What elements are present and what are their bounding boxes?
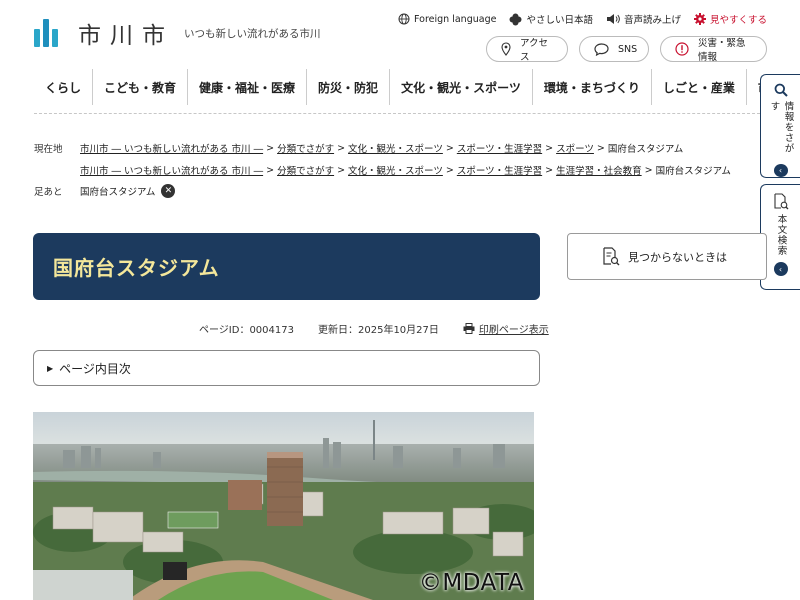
globe-icon: [398, 13, 410, 25]
document-search-icon: [773, 193, 789, 210]
visibility-settings-label: 見やすくする: [709, 15, 767, 26]
breadcrumb-alt: 市川市 ― いつも新しい流れがある 市川 ― > 分類でさがす > 文化・観光・スポ…: [34, 163, 731, 178]
breadcrumb-link[interactable]: スポーツ・生涯学習: [457, 163, 542, 177]
disaster-info-button[interactable]: 災害・緊急情報: [660, 36, 767, 63]
close-icon[interactable]: ✕: [161, 184, 176, 198]
alert-icon: [675, 42, 689, 56]
breadcrumb-separator: >: [545, 142, 554, 154]
speaker-icon: [606, 13, 620, 25]
print-label: 印刷ページ表示: [478, 325, 549, 336]
stadium-aerial-photo: ©MDATA: [33, 412, 534, 600]
breadcrumb-link[interactable]: 市川市 ― いつも新しい流れがある 市川 ―: [80, 163, 263, 177]
page-id: ページID：0004173: [199, 325, 294, 336]
easy-japanese-link[interactable]: やさしい日本語: [509, 12, 593, 26]
toc-label: ページ内目次: [59, 361, 131, 376]
info-search-label: 情報をさがす: [768, 101, 794, 154]
voice-reading-label: 音声読み上げ: [623, 15, 681, 26]
page-toc-toggle[interactable]: ▶ ページ内目次: [33, 350, 540, 386]
nav-item-environment-town[interactable]: 環境・まちづくり: [533, 69, 652, 105]
page-title-banner: 国府台スタジアム: [33, 233, 540, 300]
breadcrumb-separator: >: [545, 164, 554, 176]
breadcrumb-current: 国府台スタジアム: [607, 144, 684, 155]
sns-label: SNS: [618, 43, 638, 55]
nav-item-life[interactable]: くらし: [34, 69, 94, 105]
city-emblem-icon: [34, 19, 64, 47]
not-found-button[interactable]: 見つからないときは: [567, 233, 767, 280]
clover-icon: [509, 13, 522, 26]
breadcrumb-separator: >: [337, 142, 346, 154]
breadcrumb-label: 現在地: [34, 144, 63, 155]
not-found-label: 見つからないときは: [628, 250, 727, 264]
breadcrumb-link[interactable]: スポーツ: [556, 141, 594, 155]
access-label: アクセス: [520, 38, 549, 63]
foreign-language-link[interactable]: Foreign language: [398, 13, 496, 25]
access-button[interactable]: アクセス: [486, 36, 568, 63]
sns-button[interactable]: SNS: [579, 36, 649, 62]
footprint-label: 足あと: [34, 187, 63, 198]
breadcrumb-link[interactable]: 分類でさがす: [277, 141, 334, 155]
breadcrumb-link[interactable]: 市川市 ― いつも新しい流れがある 市川 ―: [80, 141, 263, 155]
breadcrumb-link[interactable]: 文化・観光・スポーツ: [348, 141, 443, 155]
global-nav: くらし こども・教育 健康・福祉・医療 防災・防犯 文化・観光・スポーツ 環境・…: [34, 69, 800, 105]
speech-bubble-icon: [594, 42, 609, 56]
breadcrumb-current: 国府台スタジアム: [655, 166, 731, 177]
site-logo[interactable]: 市川市 いつも新しい流れがある市川: [34, 16, 321, 50]
nav-item-work-industry[interactable]: しごと・産業: [652, 69, 747, 105]
breadcrumb-link[interactable]: 生涯学習・社会教育: [556, 163, 642, 177]
info-search-tab[interactable]: 情報をさがす ‹: [760, 74, 800, 178]
updated-date: 更新日：2025年10月27日: [318, 325, 439, 336]
page-title: 国府台スタジアム: [53, 256, 220, 280]
gear-icon: [693, 13, 706, 25]
breadcrumb-link[interactable]: 文化・観光・スポーツ: [348, 163, 443, 177]
breadcrumb-separator: >: [596, 142, 605, 154]
breadcrumb-separator: >: [644, 164, 653, 176]
utility-links: Foreign language やさしい日本語 音声読み上げ 見やすくする: [398, 12, 767, 26]
map-pin-icon: [501, 42, 511, 56]
search-icon: [774, 83, 788, 97]
breadcrumb: 現在地 市川市 ― いつも新しい流れがある 市川 ― > 分類でさがす > 文化・観…: [34, 141, 684, 156]
breadcrumb-separator: >: [445, 142, 454, 154]
print-link[interactable]: 印刷ページ表示: [463, 321, 549, 336]
triangle-right-icon: ▶: [47, 363, 54, 373]
nav-item-children-education[interactable]: こども・教育: [93, 69, 189, 105]
breadcrumb-separator: >: [266, 164, 275, 176]
quick-links: アクセス SNS 災害・緊急情報: [486, 36, 767, 63]
text-search-label: 本文検索: [775, 214, 787, 256]
printer-icon: [463, 323, 475, 334]
breadcrumb-separator: >: [266, 142, 275, 154]
document-search-icon: [602, 247, 620, 266]
breadcrumb-link[interactable]: スポーツ・生涯学習: [457, 141, 542, 155]
nav-item-health-welfare[interactable]: 健康・福祉・医療: [188, 69, 308, 105]
photo-watermark: ©MDATA: [418, 570, 524, 596]
nav-divider: [34, 113, 760, 114]
footprint-item[interactable]: 国府台スタジアム: [80, 184, 155, 198]
city-name: 市川市: [78, 23, 174, 49]
nav-item-culture-tourism-sports[interactable]: 文化・観光・スポーツ: [390, 69, 533, 105]
foreign-language-label: Foreign language: [414, 13, 497, 25]
page-meta: ページID：0004173 更新日：2025年10月27日 印刷ページ表示: [199, 321, 549, 336]
breadcrumb-separator: >: [445, 164, 454, 176]
breadcrumb-link[interactable]: 分類でさがす: [277, 163, 334, 177]
visibility-settings-link[interactable]: 見やすくする: [693, 12, 767, 26]
chevron-left-icon: ‹: [773, 262, 788, 276]
city-tagline: いつも新しい流れがある市川: [184, 27, 321, 40]
disaster-info-label: 災害・緊急情報: [698, 38, 746, 63]
chevron-left-icon: ‹: [773, 164, 788, 177]
breadcrumb-separator: >: [337, 164, 346, 176]
easy-japanese-label: やさしい日本語: [526, 15, 593, 26]
footprint: 足あと 国府台スタジアム ✕: [34, 184, 176, 198]
nav-item-disaster-prevention[interactable]: 防災・防犯: [307, 69, 391, 105]
voice-reading-link[interactable]: 音声読み上げ: [606, 12, 681, 26]
